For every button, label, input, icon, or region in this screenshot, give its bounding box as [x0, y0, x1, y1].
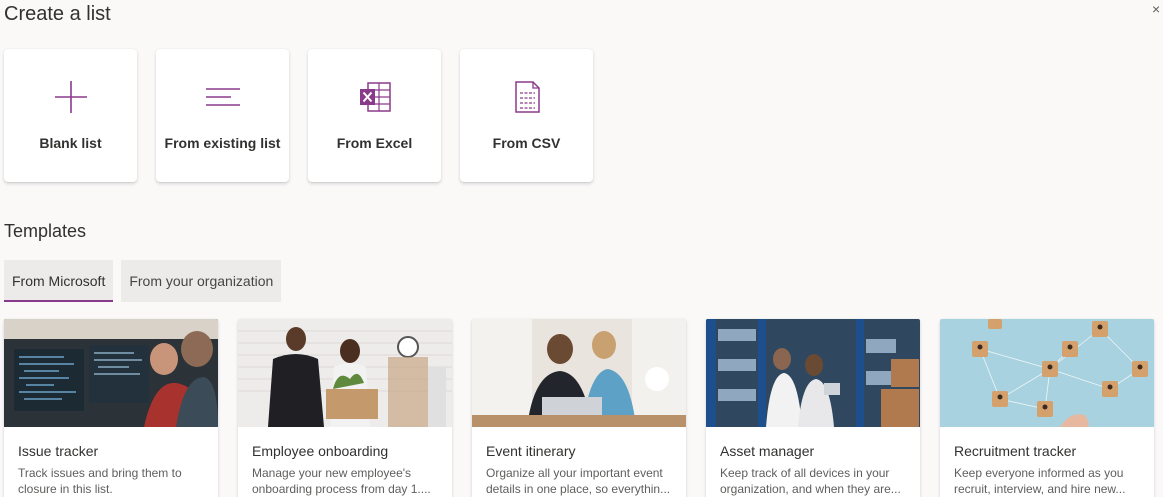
- blank-list-button[interactable]: Blank list: [4, 49, 137, 182]
- event-itinerary-image: [472, 319, 686, 427]
- from-csv-button[interactable]: From CSV: [460, 49, 593, 182]
- template-card-employee-onboarding[interactable]: Employee onboarding Manage your new empl…: [238, 319, 452, 497]
- template-name: Event itinerary: [486, 443, 576, 459]
- issue-tracker-image: [4, 319, 218, 427]
- template-description: Keep everyone informed as you recruit, i…: [954, 466, 1126, 496]
- create-options: Blank list From existing list From Excel: [4, 49, 593, 182]
- plus-icon: [54, 81, 87, 113]
- asset-manager-image: [706, 319, 920, 427]
- template-gallery: Issue tracker Track issues and bring the…: [4, 319, 1154, 497]
- template-description: Track issues and bring them to closure i…: [18, 466, 182, 496]
- template-card-recruitment-tracker[interactable]: Recruitment tracker Keep everyone inform…: [940, 319, 1154, 497]
- excel-icon: [359, 82, 391, 112]
- tab-from-microsoft[interactable]: From Microsoft: [4, 260, 114, 302]
- page-title: Create a list: [4, 3, 111, 25]
- tab-from-your-organization[interactable]: From your organization: [121, 260, 282, 302]
- template-card-issue-tracker[interactable]: Issue tracker Track issues and bring the…: [4, 319, 218, 497]
- employee-onboarding-image: [238, 319, 452, 427]
- csv-icon: [514, 81, 540, 113]
- templates-heading: Templates: [4, 221, 87, 241]
- from-existing-list-button[interactable]: From existing list: [156, 49, 289, 182]
- template-card-event-itinerary[interactable]: Event itinerary Organize all your import…: [472, 319, 686, 497]
- template-card-asset-manager[interactable]: Asset manager Keep track of all devices …: [706, 319, 920, 497]
- from-csv-label: From CSV: [492, 135, 561, 151]
- from-excel-label: From Excel: [336, 135, 413, 151]
- template-description: Organize all your important event detail…: [486, 466, 671, 496]
- template-name: Employee onboarding: [252, 443, 389, 459]
- template-description: Keep track of all devices in your organi…: [720, 466, 901, 496]
- template-description: Manage your new employee's onboarding pr…: [252, 466, 431, 496]
- close-icon[interactable]: ×: [1152, 2, 1163, 16]
- lines-icon: [205, 88, 240, 106]
- from-excel-button[interactable]: From Excel: [308, 49, 441, 182]
- recruitment-tracker-image: [940, 319, 1154, 427]
- blank-list-label: Blank list: [39, 135, 102, 151]
- from-existing-list-label: From existing list: [164, 135, 281, 151]
- template-name: Issue tracker: [18, 443, 99, 459]
- template-name: Asset manager: [720, 443, 815, 459]
- create-list-panel: Create a list × Blank list From existing…: [0, 0, 1163, 497]
- template-name: Recruitment tracker: [954, 443, 1077, 459]
- template-tabs: From Microsoft From your organization: [4, 260, 282, 302]
